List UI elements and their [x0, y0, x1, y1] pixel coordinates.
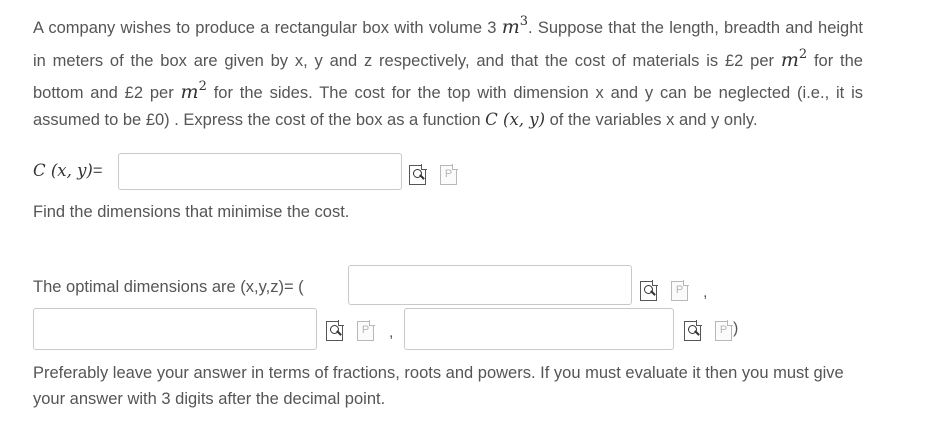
question-text: A company wishes to produce a rectangula…: [33, 9, 863, 133]
unit-m: m: [180, 81, 199, 103]
z-dimension-input[interactable]: [404, 308, 674, 350]
question-part: A company wishes to produce a rectangula…: [33, 19, 502, 37]
cost-label: C (x, y)=: [33, 161, 103, 181]
question-part: of the variables x and y only.: [545, 110, 758, 129]
help-letter: P: [675, 284, 684, 296]
optimal-dimensions-label: The optimal dimensions are (x,y,z)= (: [33, 278, 304, 296]
equation-editor-p-icon[interactable]: P: [671, 280, 689, 301]
exponent: 3: [519, 14, 529, 29]
unit-m: m: [501, 16, 520, 38]
preview-magnifier-icon[interactable]: [684, 320, 702, 341]
cost-function-input[interactable]: [118, 153, 402, 190]
exponent: 2: [198, 79, 207, 94]
exponent: 2: [798, 46, 808, 62]
find-dimensions-text: Find the dimensions that minimise the co…: [33, 203, 350, 221]
help-letter: P: [719, 324, 728, 336]
closing-parenthesis: ): [733, 320, 739, 337]
rounding-note: Preferably leave your answer in terms of…: [33, 364, 844, 408]
equals-sign: =: [92, 162, 103, 180]
help-letter: P: [361, 324, 370, 336]
y-dimension-input[interactable]: [33, 308, 317, 350]
equation-editor-p-icon[interactable]: P: [357, 320, 375, 341]
preview-magnifier-icon[interactable]: [640, 280, 658, 301]
x-dimension-input[interactable]: [348, 265, 632, 305]
preview-magnifier-icon[interactable]: [409, 164, 427, 185]
cost-function-label: C (x, y): [33, 161, 93, 180]
help-letter: P: [444, 168, 453, 180]
equation-editor-p-icon[interactable]: P: [440, 164, 458, 185]
equation-editor-p-icon[interactable]: P: [715, 320, 733, 341]
preview-magnifier-icon[interactable]: [326, 320, 344, 341]
comma-separator: ,: [703, 284, 708, 301]
unit-m: m: [780, 48, 799, 71]
function-name: C (x, y): [485, 109, 546, 129]
comma-separator: ,: [389, 324, 394, 341]
